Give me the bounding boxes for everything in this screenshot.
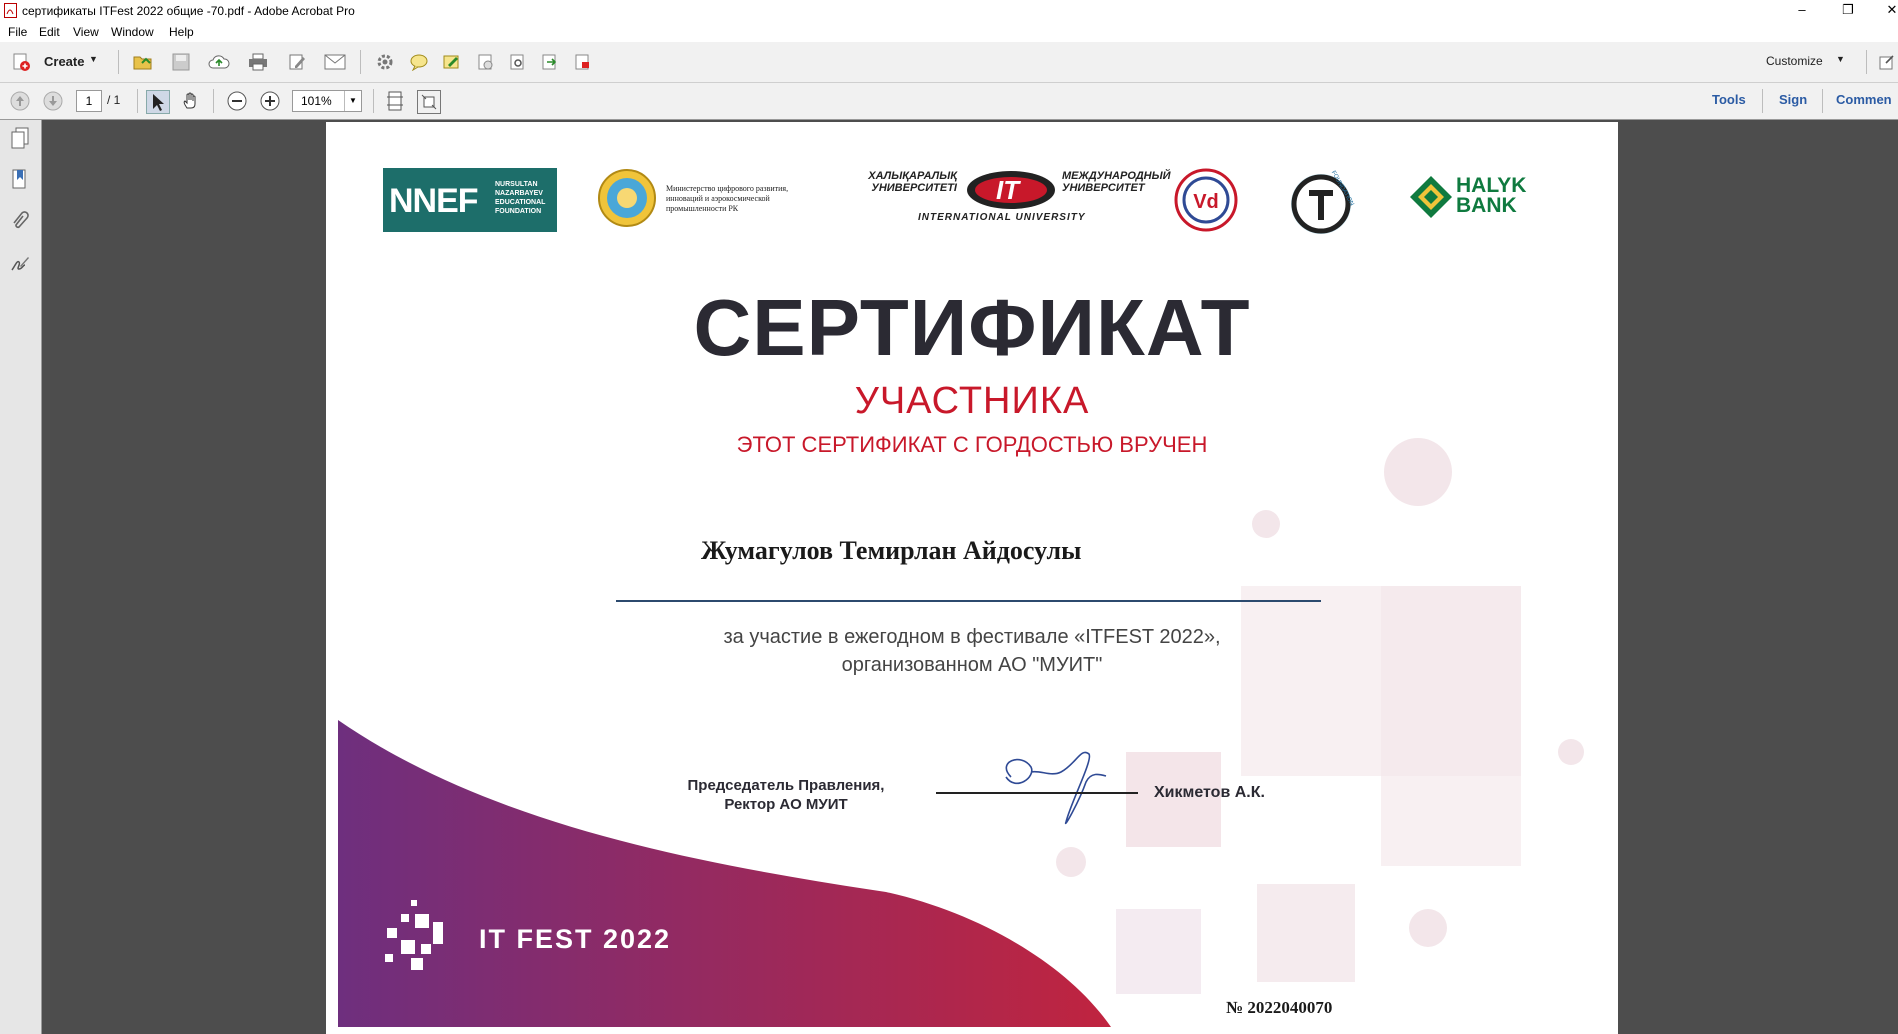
page-thumbnails-icon[interactable] bbox=[8, 126, 32, 150]
restore-button[interactable]: ❐ bbox=[1826, 0, 1870, 22]
create-dropdown-icon[interactable]: ▼ bbox=[89, 54, 98, 64]
signer-title: Председатель Правления, Ректор АО МУИТ bbox=[687, 777, 885, 813]
foundation-logo: FOUNDATION bbox=[1289, 168, 1359, 238]
email-icon[interactable] bbox=[324, 51, 346, 73]
recipient-name: Жумагулов Темирлан Айдосулы bbox=[701, 536, 1082, 565]
main-toolbar: Create ▼ Customize ▼ bbox=[0, 42, 1898, 83]
save-icon[interactable] bbox=[170, 51, 192, 73]
navigation-toolbar: 1 / 1 101% ▼ Tools Sign Commen bbox=[0, 83, 1898, 120]
scroll-mode-icon[interactable] bbox=[384, 90, 406, 112]
decorative-background bbox=[338, 438, 1584, 1027]
nnef-logo: NNEF NURSULTAN NAZARBAYEV EDUCATIONAL FO… bbox=[383, 168, 557, 232]
stamp-icon[interactable] bbox=[474, 51, 496, 73]
create-pdf-icon[interactable] bbox=[10, 51, 32, 73]
signature-line bbox=[936, 792, 1138, 794]
reason-line-1: за участие в ежегодном в фестивале «ITFE… bbox=[723, 626, 1221, 648]
kazakhstan-emblem-icon bbox=[597, 168, 657, 228]
close-button[interactable]: ✕ bbox=[1870, 0, 1898, 22]
edit-document-icon[interactable] bbox=[286, 51, 308, 73]
ministry-text: Министерство цифрового развития, инновац… bbox=[666, 184, 789, 213]
vd-badge-logo: Vd bbox=[1174, 168, 1238, 232]
certificate-tagline: ЭТОТ СЕРТИФИКАТ С ГОРДОСТЬЮ ВРУЧЕН bbox=[736, 432, 1208, 457]
customize-button[interactable]: Customize bbox=[1766, 54, 1823, 68]
sign-tab[interactable]: Sign bbox=[1779, 92, 1807, 107]
zoom-dropdown-icon[interactable]: ▼ bbox=[344, 91, 361, 111]
university-logo: ХАЛЫҚАРАЛЫҚ УНИВЕРСИТЕТІ IT МЕЖДУНАРОДНЫ… bbox=[868, 170, 1171, 223]
page-current: 1 bbox=[85, 94, 93, 108]
pdf-file-icon bbox=[4, 3, 17, 18]
highlight-icon[interactable] bbox=[441, 51, 463, 73]
upload-cloud-icon[interactable] bbox=[208, 51, 230, 73]
page-total: / 1 bbox=[107, 93, 121, 107]
menu-file[interactable]: File bbox=[8, 25, 27, 39]
next-page-icon[interactable] bbox=[42, 90, 64, 112]
menu-bar: File Edit View Window Help bbox=[0, 22, 1898, 42]
left-navigation-panel bbox=[0, 120, 42, 1034]
fit-page-icon[interactable] bbox=[417, 90, 441, 114]
handwritten-signature bbox=[1005, 751, 1107, 825]
certificate-subtitle: УЧАСТНИКА bbox=[854, 380, 1090, 422]
certificate-title: СЕРТИФИКАТ bbox=[693, 283, 1251, 372]
comment-icon[interactable] bbox=[408, 51, 430, 73]
share-icon[interactable] bbox=[1876, 51, 1898, 73]
it-fest-logo-icon bbox=[385, 900, 443, 970]
menu-help[interactable]: Help bbox=[169, 25, 194, 39]
menu-window[interactable]: Window bbox=[111, 25, 154, 39]
customize-dropdown-icon[interactable]: ▼ bbox=[1836, 54, 1845, 64]
hand-tool-icon[interactable] bbox=[180, 90, 202, 112]
page-number-input[interactable]: 1 bbox=[76, 90, 102, 112]
minimize-button[interactable]: – bbox=[1780, 0, 1824, 22]
previous-page-icon[interactable] bbox=[9, 90, 31, 112]
secure-document-icon[interactable] bbox=[571, 51, 593, 73]
zoom-out-icon[interactable] bbox=[226, 90, 248, 112]
zoom-value: 101% bbox=[301, 94, 332, 108]
signer-name: Хикметов А.К. bbox=[1154, 784, 1265, 801]
pdf-page: NNEF NURSULTAN NAZARBAYEV EDUCATIONAL FO… bbox=[326, 122, 1618, 1034]
halyk-bank-logo: HALYK BANK bbox=[1408, 172, 1558, 232]
zoom-in-icon[interactable] bbox=[259, 90, 281, 112]
event-logo-text: IT FEST 2022 bbox=[479, 924, 672, 954]
menu-edit[interactable]: Edit bbox=[39, 25, 60, 39]
export-icon[interactable] bbox=[538, 51, 560, 73]
comment-tab[interactable]: Commen bbox=[1836, 92, 1892, 107]
zoom-level-select[interactable]: 101% ▼ bbox=[292, 90, 362, 112]
reason-line-2: организованном АО "МУИТ" bbox=[841, 654, 1103, 676]
attachments-icon[interactable] bbox=[8, 210, 32, 234]
bookmarks-icon[interactable] bbox=[8, 168, 32, 192]
open-folder-icon[interactable] bbox=[132, 51, 154, 73]
menu-view[interactable]: View bbox=[73, 25, 99, 39]
print-icon[interactable] bbox=[247, 51, 269, 73]
window-title: сертификаты ITFest 2022 общие -70.pdf - … bbox=[22, 4, 355, 18]
signatures-icon[interactable] bbox=[8, 252, 32, 276]
certificate-number: № 2022040070 bbox=[1226, 998, 1333, 1017]
create-button[interactable]: Create bbox=[44, 54, 84, 69]
search-document-icon[interactable] bbox=[506, 51, 528, 73]
recipient-underline bbox=[616, 600, 1321, 602]
svg-text:Vd: Vd bbox=[1193, 191, 1219, 213]
gear-icon[interactable] bbox=[374, 51, 396, 73]
select-tool-icon[interactable] bbox=[146, 90, 170, 114]
tools-tab[interactable]: Tools bbox=[1712, 92, 1746, 107]
title-bar: сертификаты ITFest 2022 общие -70.pdf - … bbox=[0, 0, 1898, 22]
